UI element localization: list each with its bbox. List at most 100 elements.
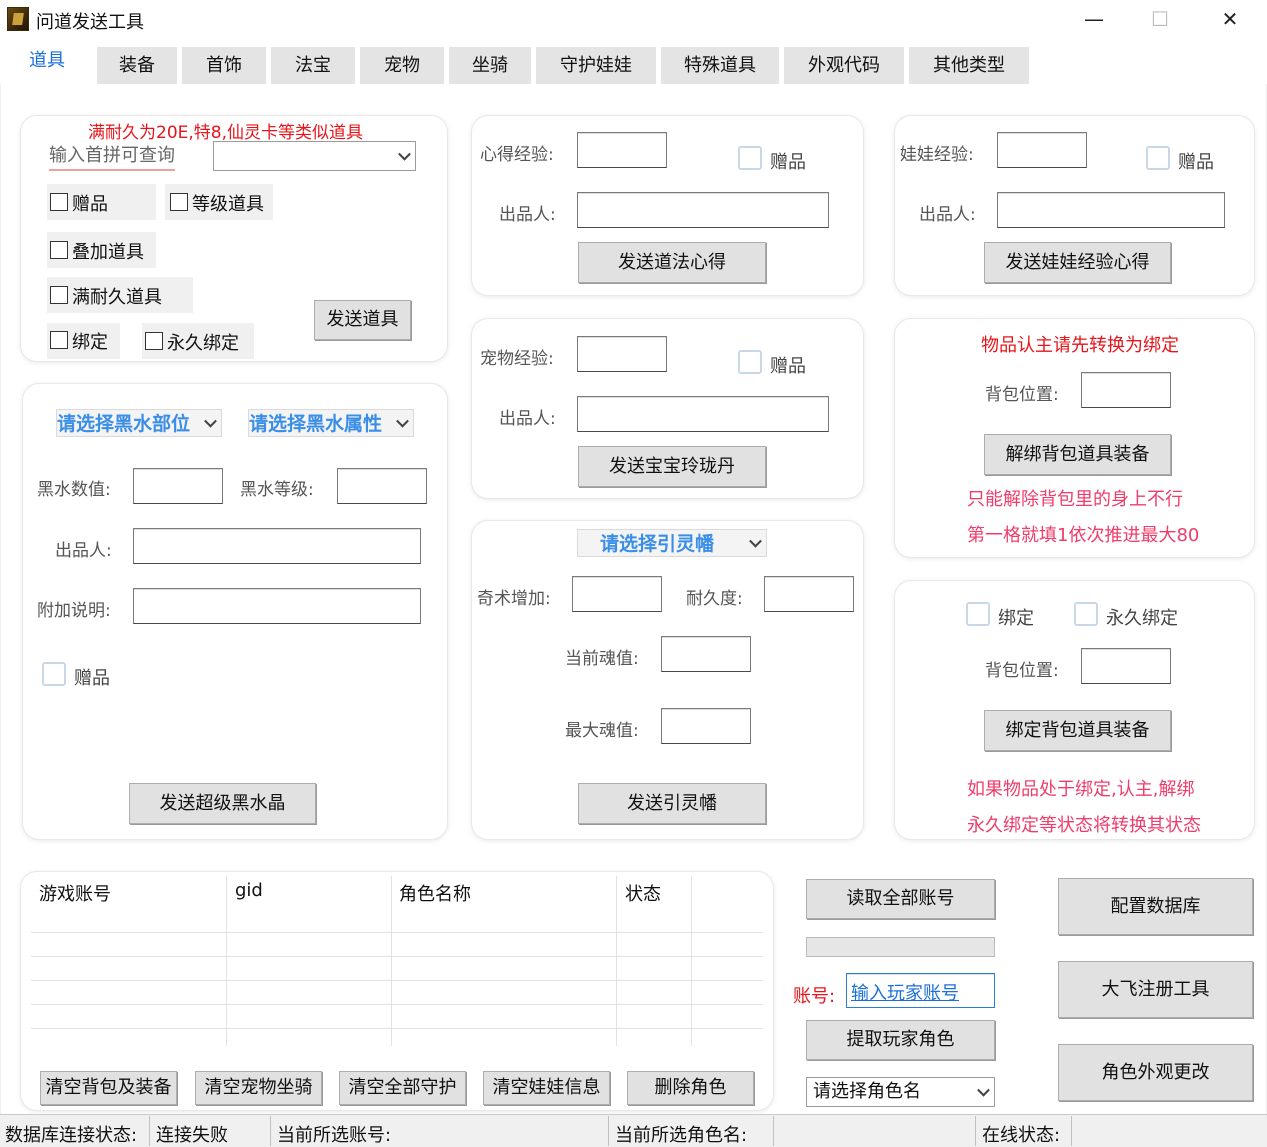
- item-notice: 满耐久为20E,特8,仙灵卡等类似道具: [88, 123, 363, 143]
- level-item-checkbox[interactable]: 等级道具: [165, 184, 273, 220]
- dafei-register-tool-button[interactable]: 大飞注册工具: [1058, 961, 1253, 1018]
- close-button[interactable]: ✕: [1208, 4, 1252, 34]
- unbind-notice: 物品认主请先转换为绑定: [981, 335, 1179, 356]
- tab-treasure[interactable]: 法宝: [271, 47, 355, 85]
- checkbox-icon: [50, 241, 68, 259]
- tab-item[interactable]: 道具: [2, 44, 92, 84]
- full-durability-checkbox[interactable]: 满耐久道具: [47, 277, 193, 313]
- unbind-bag-input[interactable]: [1081, 372, 1171, 408]
- col-header-gid[interactable]: gid: [235, 880, 263, 901]
- role-appearance-change-button[interactable]: 角色外观更改: [1058, 1044, 1253, 1101]
- checkbox-icon: [170, 193, 188, 211]
- bind-checkbox-label: 绑定: [998, 608, 1034, 629]
- tab-equipment[interactable]: 装备: [97, 47, 177, 85]
- pet-exp-input[interactable]: [577, 336, 667, 372]
- fetch-player-roles-button[interactable]: 提取玩家角色: [806, 1020, 995, 1060]
- cur-soul-input[interactable]: [661, 636, 751, 672]
- maximize-button[interactable]: ☐: [1138, 4, 1182, 34]
- doll-exp-input[interactable]: [997, 132, 1087, 168]
- full-durability-label: 满耐久道具: [72, 287, 162, 308]
- send-xinde-button[interactable]: 发送道法心得: [578, 242, 766, 283]
- current-role-label: 当前所选角色名:: [615, 1125, 748, 1146]
- perm-bind-label: 永久绑定: [167, 333, 239, 354]
- status-divider: [270, 1116, 271, 1146]
- send-pet-pill-button[interactable]: 发送宝宝玲珑丹: [578, 446, 766, 487]
- send-item-button[interactable]: 发送道具: [314, 300, 411, 340]
- xinde-exp-label: 心得经验:: [480, 145, 554, 165]
- durability-label: 耐久度:: [686, 589, 743, 609]
- chevron-down-icon: [396, 414, 409, 428]
- blackwater-part-select[interactable]: 请选择黑水部位: [56, 409, 222, 437]
- checkbox-icon: [50, 193, 68, 211]
- durability-input[interactable]: [764, 576, 854, 612]
- bind-bag-button[interactable]: 绑定背包道具装备: [984, 710, 1171, 751]
- xinde-maker-label: 出品人:: [499, 205, 556, 225]
- col-header-account[interactable]: 游戏账号: [39, 880, 111, 906]
- tab-special-item[interactable]: 特殊道具: [661, 47, 779, 85]
- bind-checkbox[interactable]: [966, 602, 990, 626]
- table-row: [31, 932, 763, 933]
- table-row: [31, 956, 763, 957]
- max-soul-input[interactable]: [661, 708, 751, 744]
- perm-bind-checkbox[interactable]: 永久绑定: [142, 323, 254, 359]
- item-search-select[interactable]: [213, 141, 416, 171]
- blackwater-value-input[interactable]: [133, 468, 223, 504]
- tab-jewelry[interactable]: 首饰: [182, 47, 266, 85]
- clear-all-guardians-button[interactable]: 清空全部守护: [339, 1071, 466, 1105]
- unbind-tip-2: 第一格就填1依次推进最大80: [967, 525, 1200, 546]
- pet-maker-input[interactable]: [577, 396, 829, 432]
- tab-other-types[interactable]: 其他类型: [909, 47, 1029, 85]
- blackwater-gift-checkbox[interactable]: [42, 662, 66, 686]
- checkbox-icon: [145, 332, 163, 350]
- pet-gift-label: 赠品: [770, 356, 806, 377]
- bind-checkbox[interactable]: 绑定: [47, 323, 120, 359]
- qishu-input[interactable]: [572, 576, 662, 612]
- soul-banner-select[interactable]: 请选择引灵幡: [577, 529, 767, 557]
- send-soul-banner-button[interactable]: 发送引灵幡: [578, 783, 766, 824]
- blackwater-maker-label: 出品人:: [55, 541, 112, 561]
- account-table[interactable]: 游戏账号 gid 角色名称 状态: [31, 876, 763, 1046]
- blackwater-attr-select[interactable]: 请选择黑水属性: [248, 409, 414, 437]
- blackwater-level-input[interactable]: [337, 468, 427, 504]
- table-row: [31, 980, 763, 981]
- chevron-down-icon: [749, 534, 762, 548]
- perm-bind-checkbox[interactable]: [1074, 602, 1098, 626]
- send-doll-exp-button[interactable]: 发送娃娃经验心得: [984, 242, 1171, 283]
- xinde-gift-checkbox[interactable]: [738, 146, 762, 170]
- clear-doll-info-button[interactable]: 清空娃娃信息: [483, 1071, 610, 1105]
- online-status-label: 在线状态:: [982, 1125, 1061, 1146]
- stack-item-checkbox[interactable]: 叠加道具: [47, 232, 156, 268]
- tab-guardian-doll[interactable]: 守护娃娃: [536, 47, 656, 85]
- bind-bag-input[interactable]: [1081, 648, 1171, 684]
- minimize-button[interactable]: —: [1072, 4, 1116, 34]
- gift-checkbox[interactable]: 赠品: [47, 184, 156, 220]
- db-status-label: 数据库连接状态:: [5, 1125, 138, 1146]
- blackwater-note-input[interactable]: [133, 588, 421, 624]
- send-blackwater-button[interactable]: 发送超级黑水晶: [129, 783, 316, 824]
- tab-mount[interactable]: 坐骑: [449, 47, 531, 85]
- role-select[interactable]: 请选择角色名: [806, 1077, 995, 1107]
- account-input[interactable]: 输入玩家账号: [846, 973, 995, 1008]
- xinde-maker-input[interactable]: [577, 192, 829, 228]
- col-header-status[interactable]: 状态: [625, 880, 661, 906]
- delete-role-button[interactable]: 删除角色: [627, 1071, 754, 1105]
- qishu-label: 奇术增加:: [477, 589, 551, 609]
- clear-pet-mount-button[interactable]: 清空宠物坐骑: [195, 1071, 322, 1105]
- app-icon: [7, 7, 29, 31]
- pet-gift-checkbox[interactable]: [738, 350, 762, 374]
- stack-item-label: 叠加道具: [72, 242, 144, 263]
- status-divider: [149, 1116, 150, 1146]
- config-database-button[interactable]: 配置数据库: [1058, 878, 1253, 935]
- read-all-accounts-button[interactable]: 读取全部账号: [806, 879, 995, 919]
- col-header-role-name[interactable]: 角色名称: [399, 880, 471, 906]
- xinde-exp-input[interactable]: [577, 132, 667, 168]
- clear-bag-equipment-button[interactable]: 清空背包及装备: [40, 1071, 177, 1105]
- tab-pet[interactable]: 宠物: [360, 47, 444, 85]
- tab-appearance-code[interactable]: 外观代码: [784, 47, 904, 85]
- unbind-bag-button[interactable]: 解绑背包道具装备: [984, 434, 1171, 475]
- chevron-down-icon: [398, 147, 411, 161]
- doll-maker-input[interactable]: [997, 192, 1225, 228]
- max-soul-label: 最大魂值:: [565, 721, 639, 741]
- blackwater-maker-input[interactable]: [133, 528, 421, 564]
- doll-gift-checkbox[interactable]: [1146, 146, 1170, 170]
